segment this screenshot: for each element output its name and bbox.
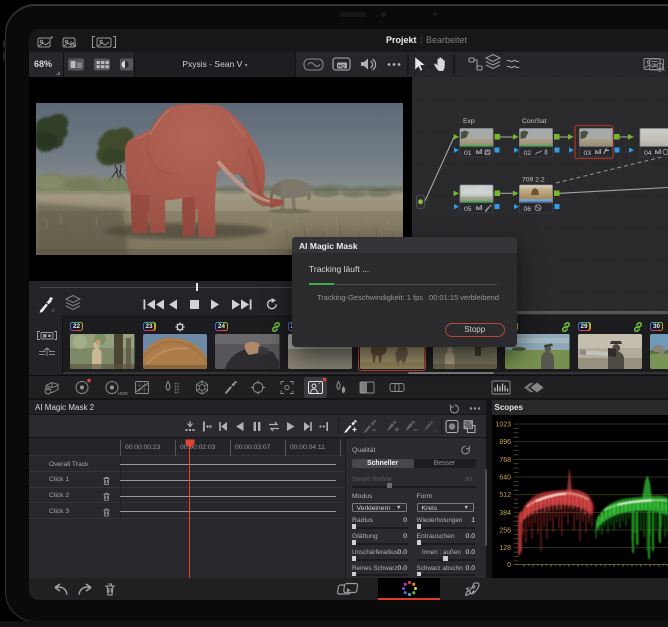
svg-text:256: 256 — [499, 528, 511, 535]
svg-text:04: 04 — [644, 150, 652, 157]
svg-text:1023: 1023 — [495, 422, 511, 429]
svg-text:768: 768 — [499, 457, 511, 464]
svg-text:01: 01 — [464, 150, 472, 157]
svg-text:896: 896 — [499, 439, 511, 446]
svg-text:709 2.2: 709 2.2 — [522, 177, 545, 184]
svg-text:Con/Sat: Con/Sat — [522, 118, 547, 125]
svg-text:02: 02 — [524, 150, 532, 157]
svg-text:06: 06 — [524, 206, 532, 213]
svg-text:03: 03 — [584, 150, 592, 157]
svg-text:HDR: HDR — [118, 391, 128, 396]
svg-text:640: 640 — [499, 475, 511, 482]
svg-text:384: 384 — [499, 510, 511, 517]
svg-text:128: 128 — [499, 545, 511, 552]
svg-text:0: 0 — [507, 562, 511, 569]
svg-text:05: 05 — [464, 206, 472, 213]
svg-text:512: 512 — [499, 492, 511, 499]
svg-text:Exp: Exp — [463, 118, 475, 125]
svg-text:HQ: HQ — [338, 64, 345, 69]
